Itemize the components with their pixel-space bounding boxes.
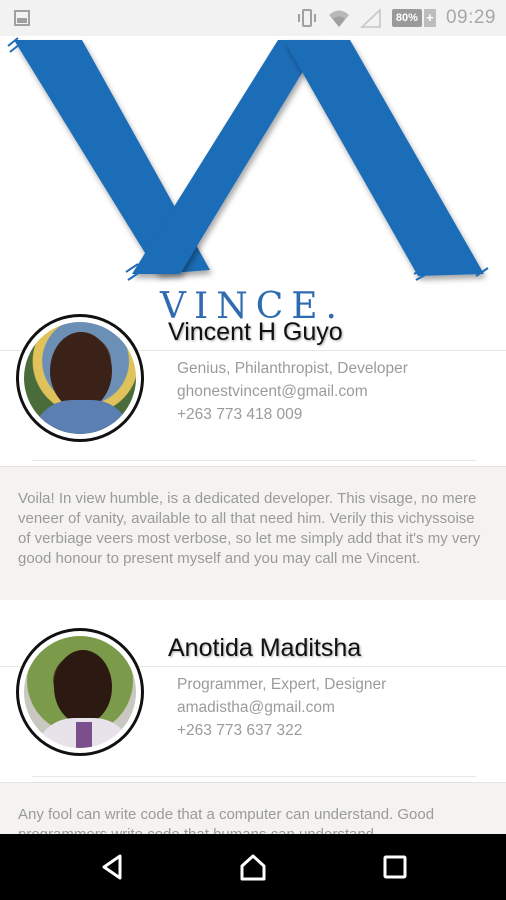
divider — [32, 776, 476, 777]
profile-phone[interactable]: +263 773 418 009 — [177, 403, 408, 426]
profile-bio: Any fool can write code that a computer … — [0, 782, 506, 834]
content-scroll[interactable]: VINCE. Vincent H Guyo Genius, Philanthro… — [0, 36, 506, 834]
profile-email[interactable]: ghonestvincent@gmail.com — [177, 380, 408, 403]
profile-email[interactable]: amadistha@gmail.com — [177, 696, 386, 719]
profile-details: Programmer, Expert, Designer amadistha@g… — [177, 673, 386, 742]
avatar[interactable] — [16, 628, 144, 756]
divider — [32, 460, 476, 461]
profile-phone[interactable]: +263 773 637 322 — [177, 719, 386, 742]
clock: 09:29 — [445, 7, 496, 28]
battery-icon: 80% + — [391, 9, 436, 27]
home-icon[interactable] — [238, 852, 268, 882]
recents-icon[interactable] — [380, 852, 410, 882]
profile-name: Anotida Maditsha — [168, 634, 362, 662]
status-bar: 80% + 09:29 — [0, 0, 506, 36]
wifi-icon — [328, 10, 349, 27]
navigation-bar — [0, 834, 506, 900]
profile-title: Programmer, Expert, Designer — [177, 676, 387, 693]
profile-details: Genius, Philanthropist, Developer ghones… — [177, 357, 408, 426]
back-icon[interactable] — [98, 852, 128, 882]
avatar[interactable] — [16, 314, 144, 442]
logo: VINCE. — [0, 36, 506, 336]
battery-percent: 80% — [391, 9, 422, 27]
profile-title: Genius, Philanthropist, Developer — [177, 360, 408, 377]
profile-bio: Voila! In view humble, is a dedicated de… — [0, 466, 506, 600]
profile-name: Vincent H Guyo — [168, 318, 343, 346]
signal-icon — [360, 8, 381, 28]
image-icon — [14, 10, 30, 26]
vibrate-icon — [297, 9, 316, 27]
charging-icon: + — [423, 9, 436, 27]
